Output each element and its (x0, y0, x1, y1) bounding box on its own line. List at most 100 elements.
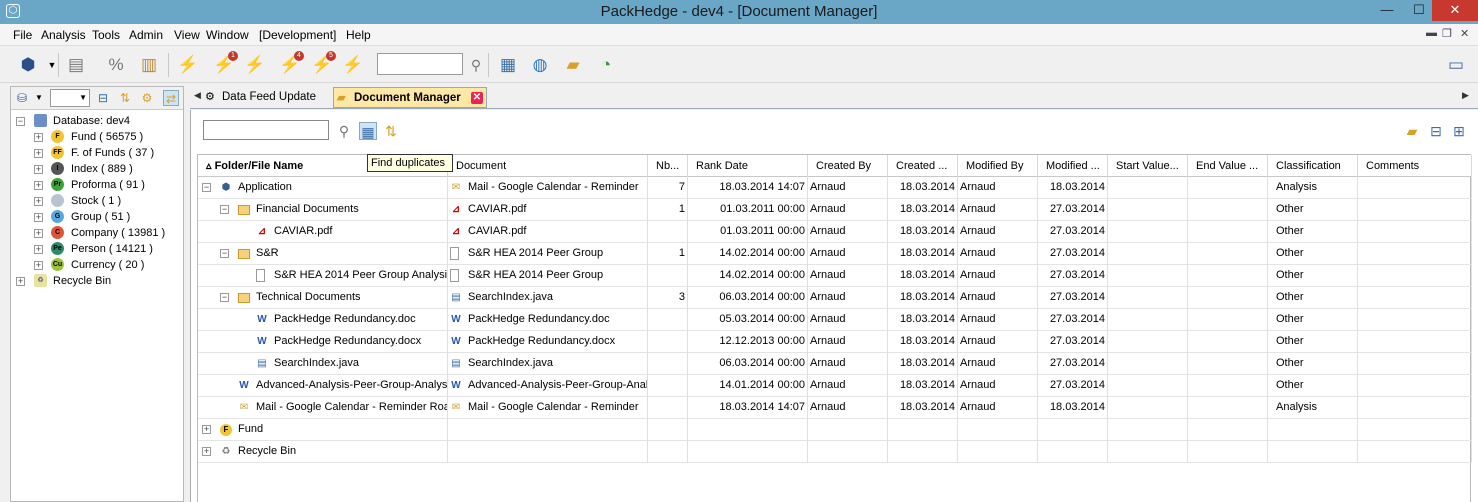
expand-icon[interactable]: + (34, 165, 43, 174)
refresh-icon[interactable]: ⇅ (117, 90, 133, 106)
column-header[interactable]: Created By (808, 155, 888, 177)
report-percent-icon[interactable]: % (104, 53, 128, 77)
search-icon[interactable]: ⚲ (335, 122, 353, 140)
tree-item[interactable]: + F Fund ( 56575 ) (16, 129, 176, 145)
column-header[interactable]: Document (448, 155, 648, 177)
table-row[interactable]: ⊿ CAVIAR.pdf ⊿ CAVIAR.pdf 01.03.2011 00:00 Ar… (198, 221, 1472, 243)
lightning-edit-icon[interactable]: ⚡ (341, 53, 365, 77)
collapse-icon[interactable]: − (16, 117, 25, 126)
search-icon[interactable]: ⚲ (464, 53, 488, 77)
menu-file[interactable]: File (13, 28, 32, 42)
close-button[interactable]: ✕ (1432, 0, 1478, 21)
collapse-all-icon[interactable]: ⊟ (1427, 122, 1445, 140)
expand-icon[interactable]: + (16, 277, 25, 286)
tree-item[interactable]: + Pr Proforma ( 91 ) (16, 177, 176, 193)
tab-data-feed-update[interactable]: ⚙ Data Feed Update (202, 87, 328, 108)
collapse-icon[interactable]: − (202, 183, 211, 192)
column-header[interactable]: Start Value... (1108, 155, 1188, 177)
sync-settings-icon[interactable]: ⚙ (139, 90, 155, 106)
find-duplicates-icon[interactable]: ▦ (359, 122, 377, 140)
column-header[interactable]: Modified By (958, 155, 1038, 177)
lightning-xl-icon[interactable]: ⚡ 1 (212, 51, 238, 77)
table-row[interactable]: + ♻ Recycle Bin (198, 441, 1472, 463)
menu-help[interactable]: Help (346, 28, 371, 42)
table-row[interactable]: W PackHedge Redundancy.doc W PackHedge Redu… (198, 309, 1472, 331)
tab-document-manager[interactable]: ▰ Document Manager ✕ (333, 87, 487, 108)
dropdown-arrow-icon[interactable]: ▼ (40, 53, 64, 77)
expand-icon[interactable]: + (34, 149, 43, 158)
document-search-input[interactable] (203, 120, 329, 140)
mdi-close-button[interactable]: ✕ (1460, 27, 1469, 40)
menu-tools[interactable]: Tools (92, 28, 120, 42)
collapse-icon[interactable]: − (220, 205, 229, 214)
print-icon[interactable]: ▭ (1444, 53, 1468, 77)
column-header[interactable]: Classification (1268, 155, 1358, 177)
tab-scroll-right-icon[interactable]: ▶ (1462, 90, 1469, 101)
tree-item[interactable]: + I Index ( 889 ) (16, 161, 176, 177)
tree-item[interactable]: + Cu Currency ( 20 ) (16, 257, 176, 273)
table-row[interactable]: ▤ SearchIndex.java ▤ SearchIndex.java 06.03.… (198, 353, 1472, 375)
menu-development[interactable]: [Development] (259, 28, 336, 42)
tree-root[interactable]: − Database: dev4 (16, 113, 176, 129)
table-row[interactable]: W PackHedge Redundancy.docx W PackHedge Red… (198, 331, 1472, 353)
lightning-icon[interactable]: ⚡ (176, 53, 200, 77)
clock-refresh-icon[interactable]: ◔ (594, 53, 618, 77)
expand-icon[interactable]: + (34, 245, 43, 254)
new-folder-icon[interactable]: ▰ (1403, 122, 1421, 140)
expand-icon[interactable]: + (34, 213, 43, 222)
chart-icon[interactable]: ▤ (64, 53, 88, 77)
tree-item[interactable]: + Pe Person ( 14121 ) (16, 241, 176, 257)
expand-icon[interactable]: + (34, 133, 43, 142)
tab-scroll-left-icon[interactable]: ◀ (194, 90, 201, 101)
folder-open-icon[interactable]: ▰ (561, 53, 585, 77)
tree-item[interactable]: + FF F. of Funds ( 37 ) (16, 145, 176, 161)
lightning-4-icon[interactable]: ⚡ 4 (278, 51, 304, 77)
column-header[interactable]: Comments (1358, 155, 1472, 177)
tree-item-recycle-bin[interactable]: + ♻ Recycle Bin (16, 273, 176, 289)
column-header[interactable]: Nb... (648, 155, 688, 177)
collapse-icon[interactable]: − (220, 293, 229, 302)
table-row[interactable]: − S&R S&R HEA 2014 Peer Group 1 14.02.2014 0… (198, 243, 1472, 265)
expand-icon[interactable]: + (34, 197, 43, 206)
edit-form-icon[interactable]: ▦ (496, 53, 520, 77)
table-row[interactable]: ✉ Mail - Google Calendar - Reminder Roadm… (198, 397, 1472, 419)
refresh-icon[interactable]: ⇅ (382, 122, 400, 140)
tree-item[interactable]: + Stock ( 1 ) (16, 193, 176, 209)
menu-analysis[interactable]: Analysis (41, 28, 86, 42)
table-row[interactable]: W Advanced-Analysis-Peer-Group-Analysis W A… (198, 375, 1472, 397)
table-row[interactable]: S&R HEA 2014 Peer Group Analysis.s S&R HE… (198, 265, 1472, 287)
navigation-combo[interactable]: ▼ (50, 89, 90, 107)
expand-icon[interactable]: + (202, 447, 211, 456)
expand-icon[interactable]: + (34, 261, 43, 270)
tree-item[interactable]: + G Group ( 51 ) (16, 209, 176, 225)
toolbar-search-input[interactable] (377, 53, 463, 75)
tree-item[interactable]: + C Company ( 13981 ) (16, 225, 176, 241)
minimize-button[interactable]: — (1370, 0, 1404, 21)
lightning-5-icon[interactable]: ⚡ 5 (310, 51, 336, 77)
expand-icon[interactable]: + (202, 425, 211, 434)
table-row[interactable]: − ⬢ Application ✉ Mail - Google Calendar - R… (198, 177, 1472, 199)
collapse-all-icon[interactable]: ⊟ (95, 90, 111, 106)
menu-window[interactable]: Window (206, 28, 249, 42)
close-tab-icon[interactable]: ✕ (471, 92, 483, 104)
mdi-minimize-button[interactable]: ▬ (1426, 27, 1437, 39)
column-header[interactable]: End Value ... (1188, 155, 1268, 177)
globe-settings-icon[interactable]: ◍ (528, 53, 552, 77)
expand-icon[interactable]: + (34, 229, 43, 238)
table-row[interactable]: − Technical Documents ▤ SearchIndex.java 3 06… (198, 287, 1472, 309)
dropdown-arrow-icon[interactable]: ▼ (31, 90, 47, 106)
column-header[interactable]: Modified ... (1038, 155, 1108, 177)
column-header[interactable]: Rank Date (688, 155, 808, 177)
column-header[interactable]: Created ... (888, 155, 958, 177)
table-row[interactable]: + F Fund (198, 419, 1472, 441)
database-connect-icon[interactable]: ⬢ (16, 53, 40, 77)
report-chart-icon[interactable]: ▥ (137, 53, 161, 77)
menu-view[interactable]: View (174, 28, 200, 42)
mdi-restore-button[interactable]: ❐ (1442, 27, 1452, 40)
link-with-editor-icon[interactable]: ⇄ (163, 90, 179, 106)
collapse-icon[interactable]: − (220, 249, 229, 258)
database-icon[interactable]: ⛁ (14, 90, 30, 106)
lightning-user-icon[interactable]: ⚡ (243, 53, 267, 77)
maximize-button[interactable]: ☐ (1402, 0, 1436, 21)
expand-icon[interactable]: + (34, 181, 43, 190)
